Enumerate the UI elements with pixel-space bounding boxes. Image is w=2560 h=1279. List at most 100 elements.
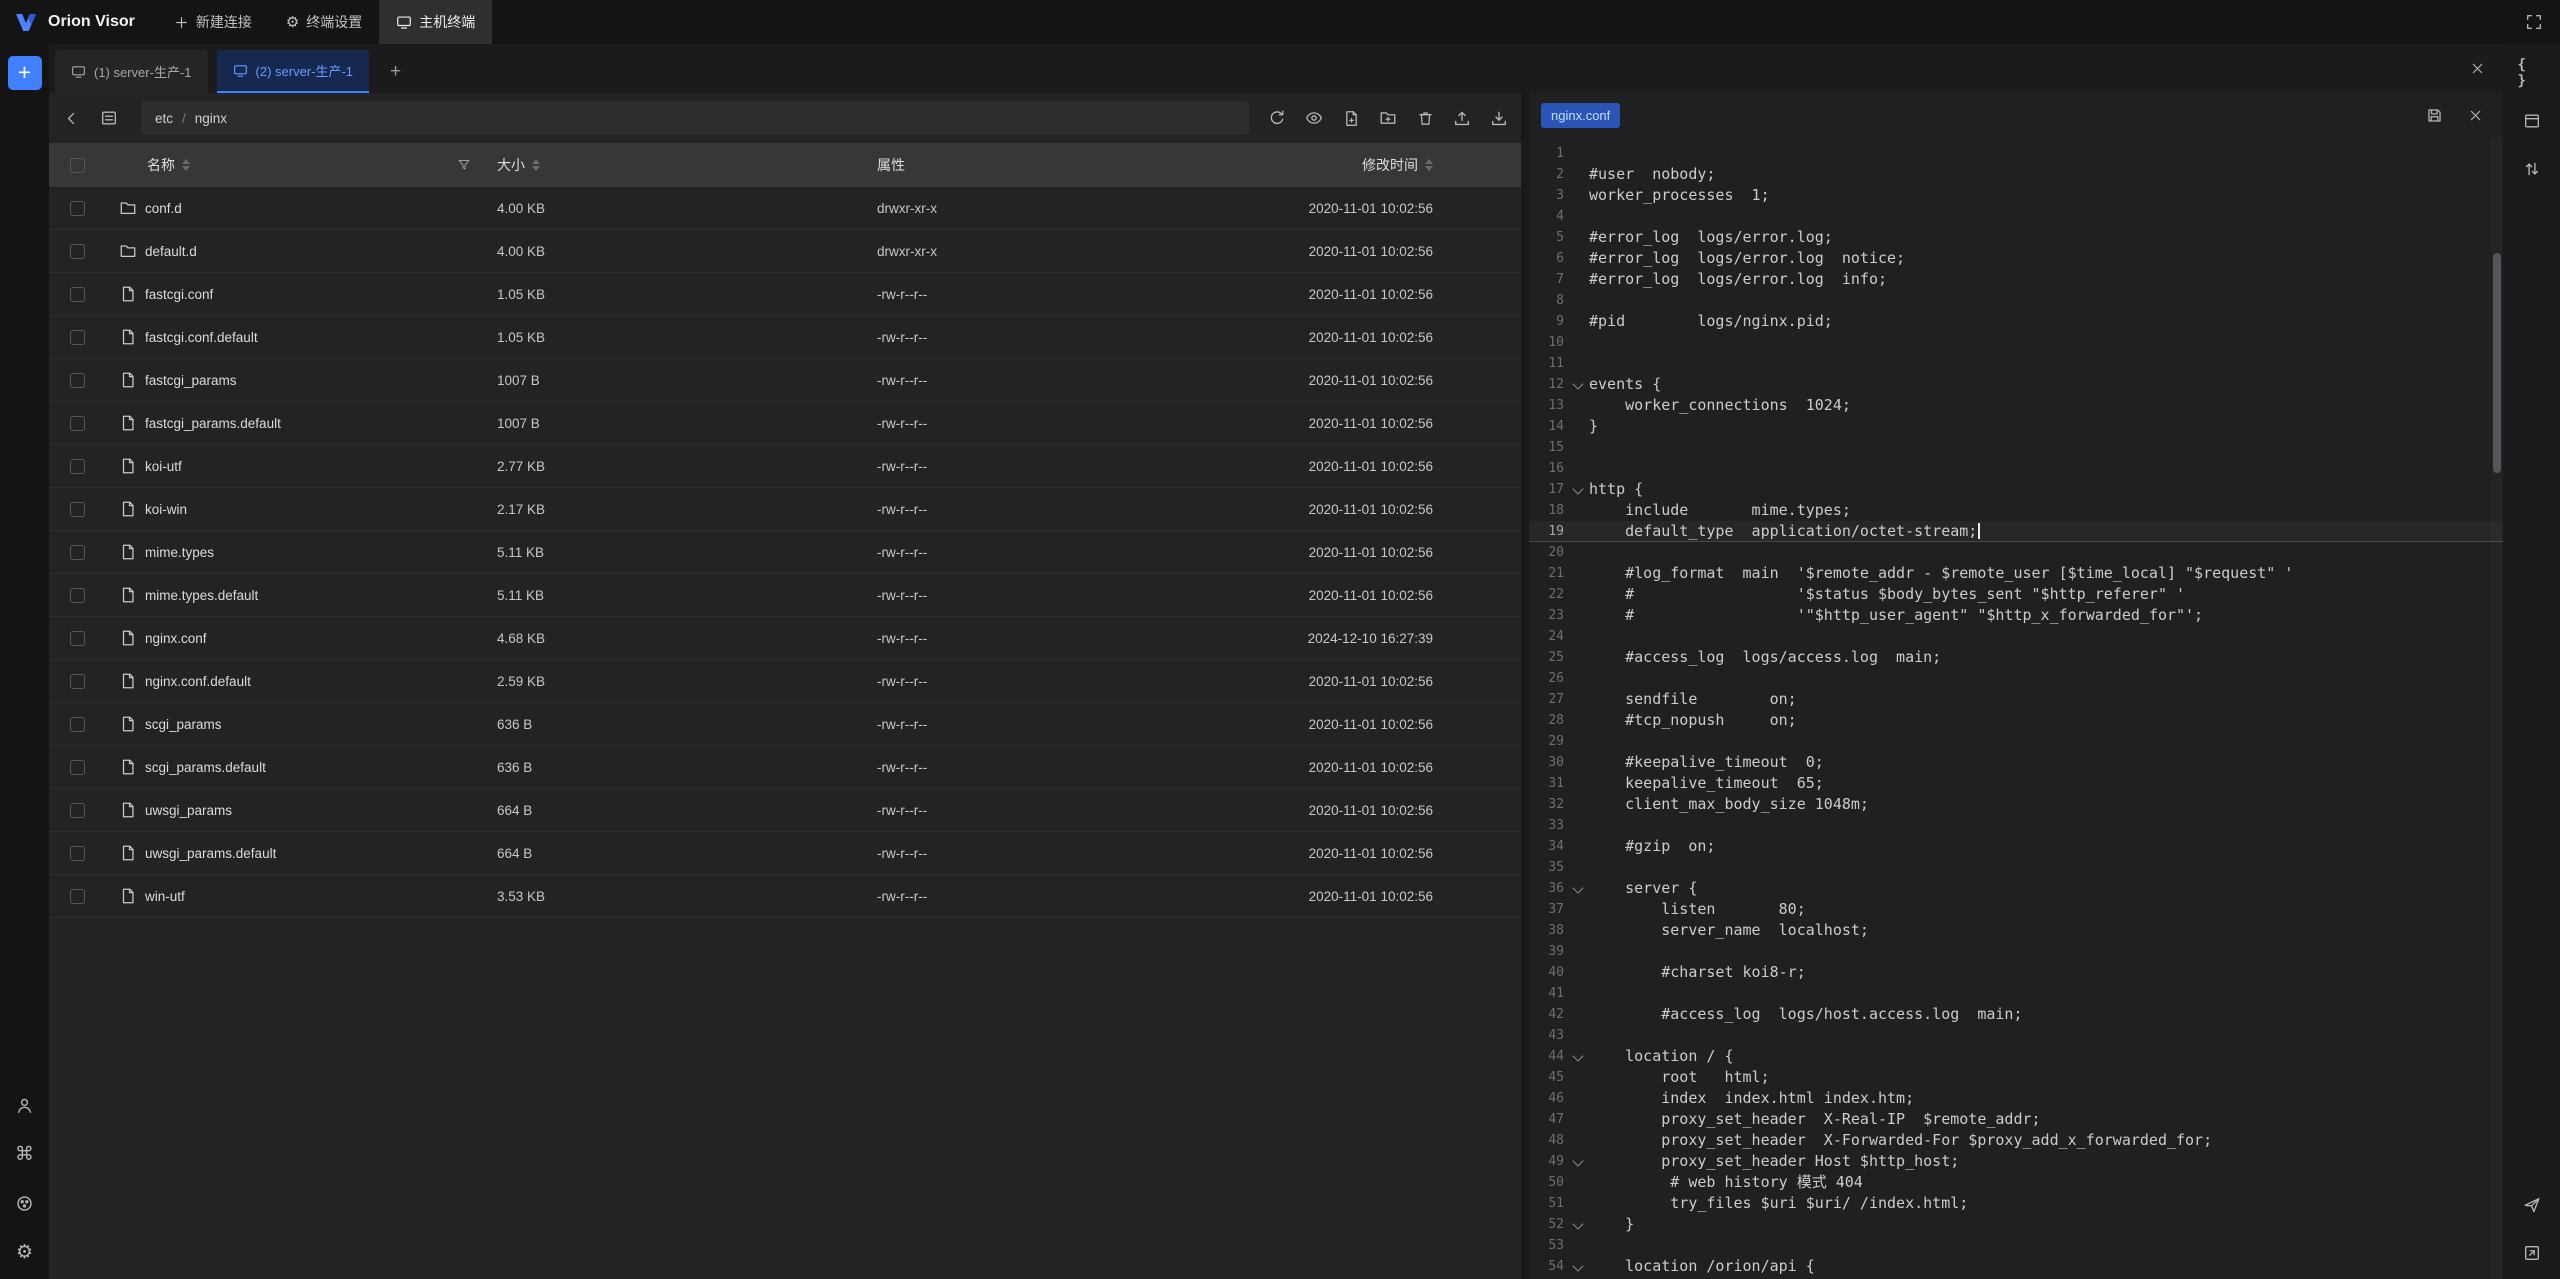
code-line[interactable]: 15 [1529, 437, 2503, 458]
file-name[interactable]: conf.d [145, 201, 182, 216]
row-checkbox[interactable] [70, 373, 85, 388]
code-braces-icon[interactable]: { } [2518, 59, 2546, 87]
transfer-list-icon[interactable] [2518, 155, 2546, 183]
sftp-window-icon[interactable] [2518, 107, 2546, 135]
menu-item-host-terminal[interactable]: 主机终端 [379, 0, 492, 44]
file-name[interactable]: mime.types.default [145, 588, 258, 603]
close-icon[interactable] [2463, 55, 2491, 83]
fold-chevron-icon[interactable] [1569, 1046, 1589, 1067]
back-icon[interactable] [57, 104, 85, 132]
row-checkbox[interactable] [70, 416, 85, 431]
fullscreen-icon[interactable] [2520, 8, 2548, 36]
table-row[interactable]: default.d 4.00 KB drwxr-xr-x 2020-11-01 … [49, 230, 1521, 273]
code-line[interactable]: 7#error_log logs/error.log info; [1529, 269, 2503, 290]
row-checkbox[interactable] [70, 674, 85, 689]
code-line[interactable]: 39 [1529, 941, 2503, 962]
row-checkbox[interactable] [70, 330, 85, 345]
code-line[interactable]: 42 #access_log logs/host.access.log main… [1529, 1004, 2503, 1025]
table-row[interactable]: win-utf 3.53 KB -rw-r--r-- 2020-11-01 10… [49, 875, 1521, 918]
table-row[interactable]: scgi_params 636 B -rw-r--r-- 2020-11-01 … [49, 703, 1521, 746]
file-name[interactable]: nginx.conf.default [145, 674, 251, 689]
code-line[interactable]: 11 [1529, 353, 2503, 374]
code-line[interactable]: 2#user nobody; [1529, 164, 2503, 185]
file-name[interactable]: fastcgi.conf [145, 287, 213, 302]
list-view-icon[interactable] [95, 104, 123, 132]
table-row[interactable]: mime.types 5.11 KB -rw-r--r-- 2020-11-01… [49, 531, 1521, 574]
editor-scrollbar[interactable] [2493, 253, 2501, 473]
show-hidden-eye-icon[interactable] [1300, 104, 1328, 132]
theme-icon[interactable] [11, 1189, 39, 1217]
fold-chevron-icon[interactable] [1569, 374, 1589, 395]
filter-icon[interactable] [457, 158, 471, 172]
row-checkbox[interactable] [70, 846, 85, 861]
code-line[interactable]: 53 [1529, 1235, 2503, 1256]
user-icon[interactable] [11, 1091, 39, 1119]
code-line[interactable]: 13 worker_connections 1024; [1529, 395, 2503, 416]
row-checkbox[interactable] [70, 459, 85, 474]
breadcrumb-segment[interactable]: etc [155, 111, 173, 126]
code-line[interactable]: 12events { [1529, 374, 2503, 395]
row-checkbox[interactable] [70, 588, 85, 603]
row-checkbox[interactable] [70, 631, 85, 646]
fold-chevron-icon[interactable] [1569, 878, 1589, 899]
code-line[interactable]: 30 #keepalive_timeout 0; [1529, 752, 2503, 773]
breadcrumb-segment[interactable]: nginx [195, 111, 227, 126]
code-line[interactable]: 6#error_log logs/error.log notice; [1529, 248, 2503, 269]
fold-chevron-icon[interactable] [1569, 1214, 1589, 1235]
code-line[interactable]: 23 # '"$http_user_agent" "$http_x_forwar… [1529, 605, 2503, 626]
code-line[interactable]: 22 # '$status $body_bytes_sent "$http_re… [1529, 584, 2503, 605]
file-name[interactable]: fastcgi.conf.default [145, 330, 258, 345]
fold-chevron-icon[interactable] [1569, 1256, 1589, 1277]
table-row[interactable]: fastcgi.conf 1.05 KB -rw-r--r-- 2020-11-… [49, 273, 1521, 316]
code-line[interactable]: 5#error_log logs/error.log; [1529, 227, 2503, 248]
export-box-icon[interactable] [2518, 1239, 2546, 1267]
code-line[interactable]: 36 server { [1529, 878, 2503, 899]
code-line[interactable]: 17http { [1529, 479, 2503, 500]
row-checkbox[interactable] [70, 502, 85, 517]
code-line[interactable]: 10 [1529, 332, 2503, 353]
table-row[interactable]: nginx.conf.default 2.59 KB -rw-r--r-- 20… [49, 660, 1521, 703]
file-name[interactable]: default.d [145, 244, 197, 259]
code-line[interactable]: 33 [1529, 815, 2503, 836]
code-line[interactable]: 31 keepalive_timeout 65; [1529, 773, 2503, 794]
code-line[interactable]: 50 # web history 模式 404 [1529, 1172, 2503, 1193]
row-checkbox[interactable] [70, 545, 85, 560]
table-row[interactable]: fastcgi_params.default 1007 B -rw-r--r--… [49, 402, 1521, 445]
new-folder-icon[interactable] [1374, 104, 1402, 132]
code-line[interactable]: 29 [1529, 731, 2503, 752]
row-checkbox[interactable] [70, 803, 85, 818]
code-line[interactable]: 26 [1529, 668, 2503, 689]
panel-splitter[interactable] [1521, 93, 1529, 1279]
code-line[interactable]: 52 } [1529, 1214, 2503, 1235]
file-name[interactable]: uwsgi_params [145, 803, 232, 818]
table-row[interactable]: scgi_params.default 636 B -rw-r--r-- 202… [49, 746, 1521, 789]
code-line[interactable]: 45 root html; [1529, 1067, 2503, 1088]
code-line[interactable]: 24 [1529, 626, 2503, 647]
table-row[interactable]: fastcgi_params 1007 B -rw-r--r-- 2020-11… [49, 359, 1521, 402]
tab-server-2[interactable]: (2) server-生产-1 [217, 50, 370, 93]
code-line[interactable]: 18 include mime.types; [1529, 500, 2503, 521]
code-line[interactable]: 47 proxy_set_header X-Real-IP $remote_ad… [1529, 1109, 2503, 1130]
table-row[interactable]: uwsgi_params.default 664 B -rw-r--r-- 20… [49, 832, 1521, 875]
sort-carets-icon[interactable] [182, 159, 190, 171]
delete-trash-icon[interactable] [1411, 104, 1439, 132]
row-checkbox[interactable] [70, 244, 85, 259]
fold-chevron-icon[interactable] [1569, 1151, 1589, 1172]
code-line[interactable]: 19 default_type application/octet-stream… [1529, 521, 2503, 542]
code-line[interactable]: 37 listen 80; [1529, 899, 2503, 920]
column-header-mtime[interactable]: 修改时间 [1295, 155, 1521, 175]
code-editor[interactable]: 12#user nobody;3worker_processes 1;45#er… [1529, 137, 2503, 1279]
sort-carets-icon[interactable] [532, 159, 540, 171]
close-icon[interactable] [2461, 101, 2489, 129]
file-name[interactable]: win-utf [145, 889, 185, 904]
file-name[interactable]: fastcgi_params.default [145, 416, 281, 431]
open-file-tag[interactable]: nginx.conf [1541, 103, 1620, 128]
code-line[interactable]: 28 #tcp_nopush on; [1529, 710, 2503, 731]
file-name[interactable]: fastcgi_params [145, 373, 237, 388]
file-name[interactable]: mime.types [145, 545, 214, 560]
code-line[interactable]: 3worker_processes 1; [1529, 185, 2503, 206]
code-line[interactable]: 38 server_name localhost; [1529, 920, 2503, 941]
code-line[interactable]: 20 [1529, 542, 2503, 563]
row-checkbox[interactable] [70, 889, 85, 904]
code-line[interactable]: 14} [1529, 416, 2503, 437]
